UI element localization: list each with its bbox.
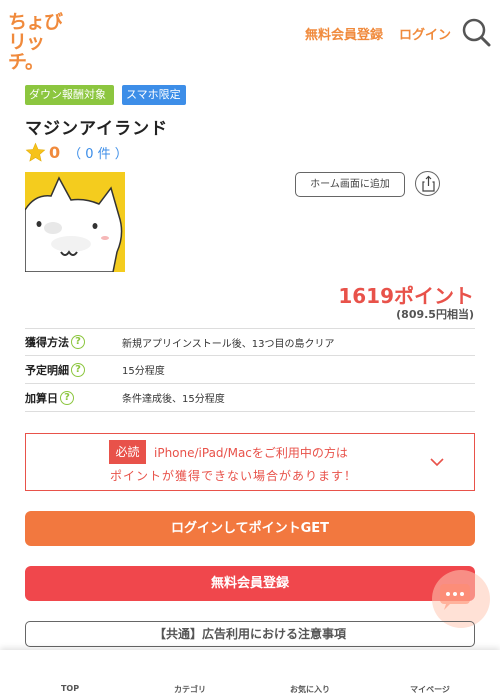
- home-icon: [10, 650, 130, 680]
- info-row-method: 獲得方法 ? 新規アプリインストール後、13つ目の島クリア: [25, 328, 475, 356]
- share-button[interactable]: [415, 171, 440, 196]
- info-row-credit-date: 加算日 ? 条件達成後、15分程度: [25, 384, 475, 412]
- info-label-text: 獲得方法: [25, 336, 69, 349]
- ios-notice-accordion[interactable]: 必読 iPhone/iPad/Macをご利用中の方は ポイントが獲得できない場合…: [25, 433, 475, 491]
- nav-label: カテゴリ: [174, 685, 206, 694]
- bottom-nav: TOP カテゴリ お気に入り マイページ: [0, 650, 500, 700]
- notice-line1: iPhone/iPad/Macをご利用中の方は: [154, 446, 348, 460]
- nav-label: マイページ: [410, 685, 450, 694]
- chevron-down-icon[interactable]: [429, 454, 445, 470]
- badge-download-reward: ダウン報酬対象: [25, 85, 114, 105]
- info-row-schedule: 予定明細 ? 15分程度: [25, 356, 475, 384]
- nav-label: TOP: [60, 684, 80, 693]
- header-register-link[interactable]: 無料会員登録: [305, 24, 383, 43]
- nav-label: お気に入り: [290, 685, 330, 694]
- white-cat-illustration: [25, 172, 125, 272]
- info-label: 獲得方法 ?: [25, 334, 122, 350]
- rating-count[interactable]: （ 0 件 ）: [68, 143, 128, 162]
- add-to-home-button[interactable]: ホーム画面に追加: [295, 172, 405, 197]
- login-get-points-button[interactable]: ログインしてポイントGET: [25, 511, 475, 546]
- info-label: 予定明細 ?: [25, 362, 122, 378]
- share-icon: [422, 175, 435, 192]
- points-amount: 1619ポイント: [338, 284, 474, 308]
- rating-score: 0: [49, 142, 61, 162]
- nav-item-category[interactable]: カテゴリ: [130, 650, 250, 700]
- info-value: 条件達成後、15分程度: [122, 394, 225, 405]
- points-yen-equivalent: (809.5円相当): [396, 308, 474, 321]
- nav-item-favorites[interactable]: お気に入り: [250, 650, 370, 700]
- help-icon[interactable]: ?: [71, 362, 85, 377]
- info-label-text: 予定明細: [25, 363, 69, 377]
- chobirich-logo[interactable]: ちょび リッチ。: [8, 10, 72, 72]
- info-label-text: 加算日: [25, 391, 58, 405]
- header: ちょび リッチ。 無料会員登録 ログイン: [0, 0, 500, 72]
- search-icon[interactable]: [461, 17, 491, 47]
- must-read-tag: 必読: [109, 440, 146, 464]
- category-icon: [130, 650, 250, 680]
- nav-item-top[interactable]: TOP: [10, 650, 130, 700]
- help-icon[interactable]: ?: [71, 335, 85, 349]
- badge-smartphone-only: スマホ限定: [122, 85, 186, 105]
- user-icon: [370, 650, 490, 680]
- app-icon: [25, 172, 125, 272]
- register-button[interactable]: 無料会員登録: [25, 566, 475, 601]
- nav-item-mypage[interactable]: マイページ: [370, 650, 490, 700]
- common-notice-button[interactable]: 【共通】広告利用における注意事項: [25, 621, 475, 647]
- info-value: 15分程度: [122, 366, 165, 377]
- notice-line2: ポイントが獲得できない場合があります！: [110, 469, 358, 483]
- logo-line2: リッチ。: [8, 31, 45, 73]
- rating: 0 （ 0 件 ）: [25, 141, 128, 163]
- help-icon[interactable]: ?: [60, 390, 74, 405]
- app-title: マジンアイランド: [25, 119, 169, 139]
- heart-icon: [250, 650, 370, 680]
- header-login-link[interactable]: ログイン: [399, 24, 451, 43]
- chat-icon: [440, 584, 470, 610]
- chat-bubble-button[interactable]: [432, 570, 490, 628]
- star-icon: [25, 142, 46, 162]
- info-value: 新規アプリインストール後、13つ目の島クリア: [122, 338, 335, 350]
- logo-line1: ちょび: [8, 11, 63, 33]
- info-table: 獲得方法 ? 新規アプリインストール後、13つ目の島クリア 予定明細 ? 15分…: [25, 328, 475, 412]
- info-label: 加算日 ?: [25, 390, 122, 406]
